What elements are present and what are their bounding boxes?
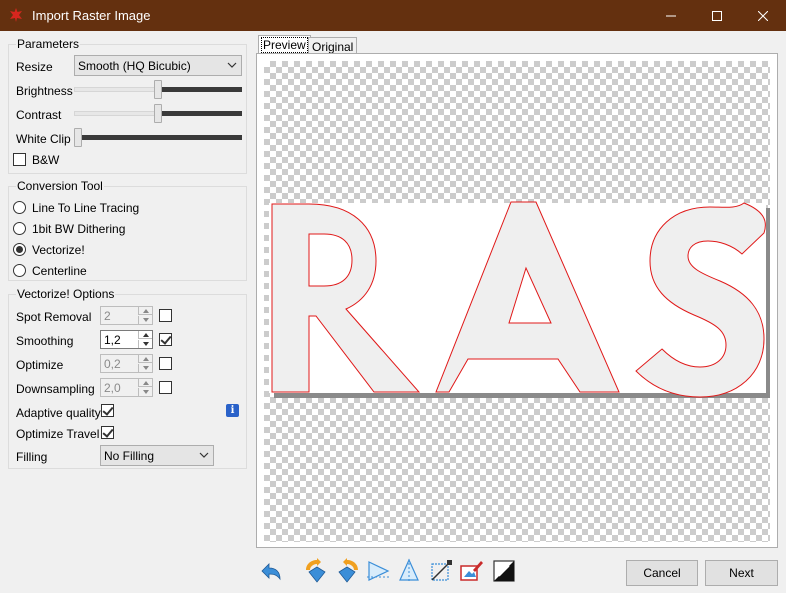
brightness-slider-thumb[interactable] (154, 80, 162, 99)
cancel-button[interactable]: Cancel (626, 560, 698, 586)
resize-select[interactable]: Smooth (HQ Bicubic) (74, 55, 242, 76)
minimize-button[interactable] (648, 0, 694, 31)
smoothing-value: 1,2 (104, 333, 121, 347)
bw-label: B&W (32, 153, 60, 167)
resize-value: Smooth (HQ Bicubic) (78, 59, 191, 73)
radio-dithering[interactable] (13, 222, 26, 235)
downsampling-spinner[interactable]: 2,0 (100, 378, 153, 397)
chevron-down-icon (227, 62, 237, 68)
radio-label-vectorize: Vectorize! (32, 243, 85, 257)
chevron-down-icon (199, 452, 209, 458)
whiteclip-slider-thumb[interactable] (74, 128, 82, 147)
spin-down-icon[interactable] (138, 364, 152, 372)
radio-centerline[interactable] (13, 264, 26, 277)
spin-up-icon[interactable] (138, 355, 152, 363)
radio-vectorize[interactable] (13, 243, 26, 256)
brightness-slider-fill (162, 87, 242, 92)
contrast-label: Contrast (16, 108, 62, 122)
smoothing-checkbox[interactable] (159, 333, 172, 346)
bw-checkbox[interactable] (13, 153, 26, 166)
spot-removal-label: Spot Removal (16, 310, 92, 324)
filling-value: No Filling (104, 449, 155, 463)
color-picker-icon[interactable] (459, 558, 485, 584)
vectorize-options-group: Vectorize! Options Spot Removal 2 Smooth… (8, 287, 247, 469)
close-icon (758, 10, 768, 21)
tab-original-label: Original (312, 40, 354, 54)
optimize-travel-checkbox[interactable] (101, 426, 114, 439)
whiteclip-slider-fill (82, 135, 242, 140)
rotate-right-icon[interactable] (335, 558, 361, 584)
contrast-slider-fill (162, 111, 242, 116)
invert-icon[interactable] (491, 558, 517, 584)
undo-icon[interactable] (258, 558, 284, 584)
maximize-button[interactable] (694, 0, 740, 31)
radio-label-line-to-line: Line To Line Tracing (32, 201, 140, 215)
flip-vertical-icon[interactable] (396, 558, 422, 584)
rotate-left-icon[interactable] (303, 558, 329, 584)
brightness-label: Brightness (16, 84, 73, 98)
vector-preview (269, 201, 770, 398)
smoothing-label: Smoothing (16, 334, 74, 348)
title-bar: Import Raster Image (0, 0, 786, 31)
crop-icon[interactable] (428, 558, 454, 584)
optimize-value: 0,2 (104, 357, 121, 371)
conversion-tool-group: Conversion Tool Line To Line Tracing 1bi… (8, 179, 247, 281)
preview-panel (256, 53, 778, 548)
filling-select[interactable]: No Filling (100, 445, 214, 466)
spot-removal-checkbox[interactable] (159, 309, 172, 322)
spin-down-icon[interactable] (138, 340, 152, 348)
window-title: Import Raster Image (32, 8, 151, 23)
optimize-spinner[interactable]: 0,2 (100, 354, 153, 373)
spin-up-icon[interactable] (138, 379, 152, 387)
maximize-icon (712, 10, 722, 21)
downsampling-checkbox[interactable] (159, 381, 172, 394)
spin-up-icon[interactable] (138, 331, 152, 339)
spin-down-icon[interactable] (138, 388, 152, 396)
adaptive-quality-checkbox[interactable] (101, 404, 114, 417)
close-button[interactable] (740, 0, 786, 31)
app-leaf-icon (10, 8, 22, 22)
flip-horizontal-icon[interactable] (366, 558, 392, 584)
minimize-icon (666, 15, 676, 16)
downsampling-label: Downsampling (16, 382, 95, 396)
radio-label-dithering: 1bit BW Dithering (32, 222, 126, 236)
next-button[interactable]: Next (705, 560, 778, 586)
radio-line-to-line[interactable] (13, 201, 26, 214)
resize-label: Resize (16, 60, 53, 74)
downsampling-value: 2,0 (104, 381, 121, 395)
parameters-group: Parameters Resize Smooth (HQ Bicubic) Br… (8, 37, 247, 174)
whiteclip-label: White Clip (16, 132, 71, 146)
spin-up-icon[interactable] (138, 307, 152, 315)
optimize-travel-label: Optimize Travel (16, 427, 100, 441)
spin-down-icon[interactable] (138, 316, 152, 324)
tab-preview-label: Preview (261, 37, 308, 53)
optimize-label: Optimize (16, 358, 64, 372)
optimize-checkbox[interactable] (159, 357, 172, 370)
contrast-slider-thumb[interactable] (154, 104, 162, 123)
conversion-tool-title: Conversion Tool (16, 179, 104, 193)
spot-removal-value: 2 (104, 309, 111, 323)
adaptive-quality-label: Adaptive quality (16, 406, 101, 420)
radio-label-centerline: Centerline (32, 264, 87, 278)
parameters-title: Parameters (16, 37, 81, 51)
info-icon[interactable]: i (226, 404, 239, 417)
spot-removal-spinner[interactable]: 2 (100, 306, 153, 325)
vectorize-options-title: Vectorize! Options (16, 287, 116, 301)
filling-label: Filling (16, 450, 48, 464)
smoothing-spinner[interactable]: 1,2 (100, 330, 153, 349)
